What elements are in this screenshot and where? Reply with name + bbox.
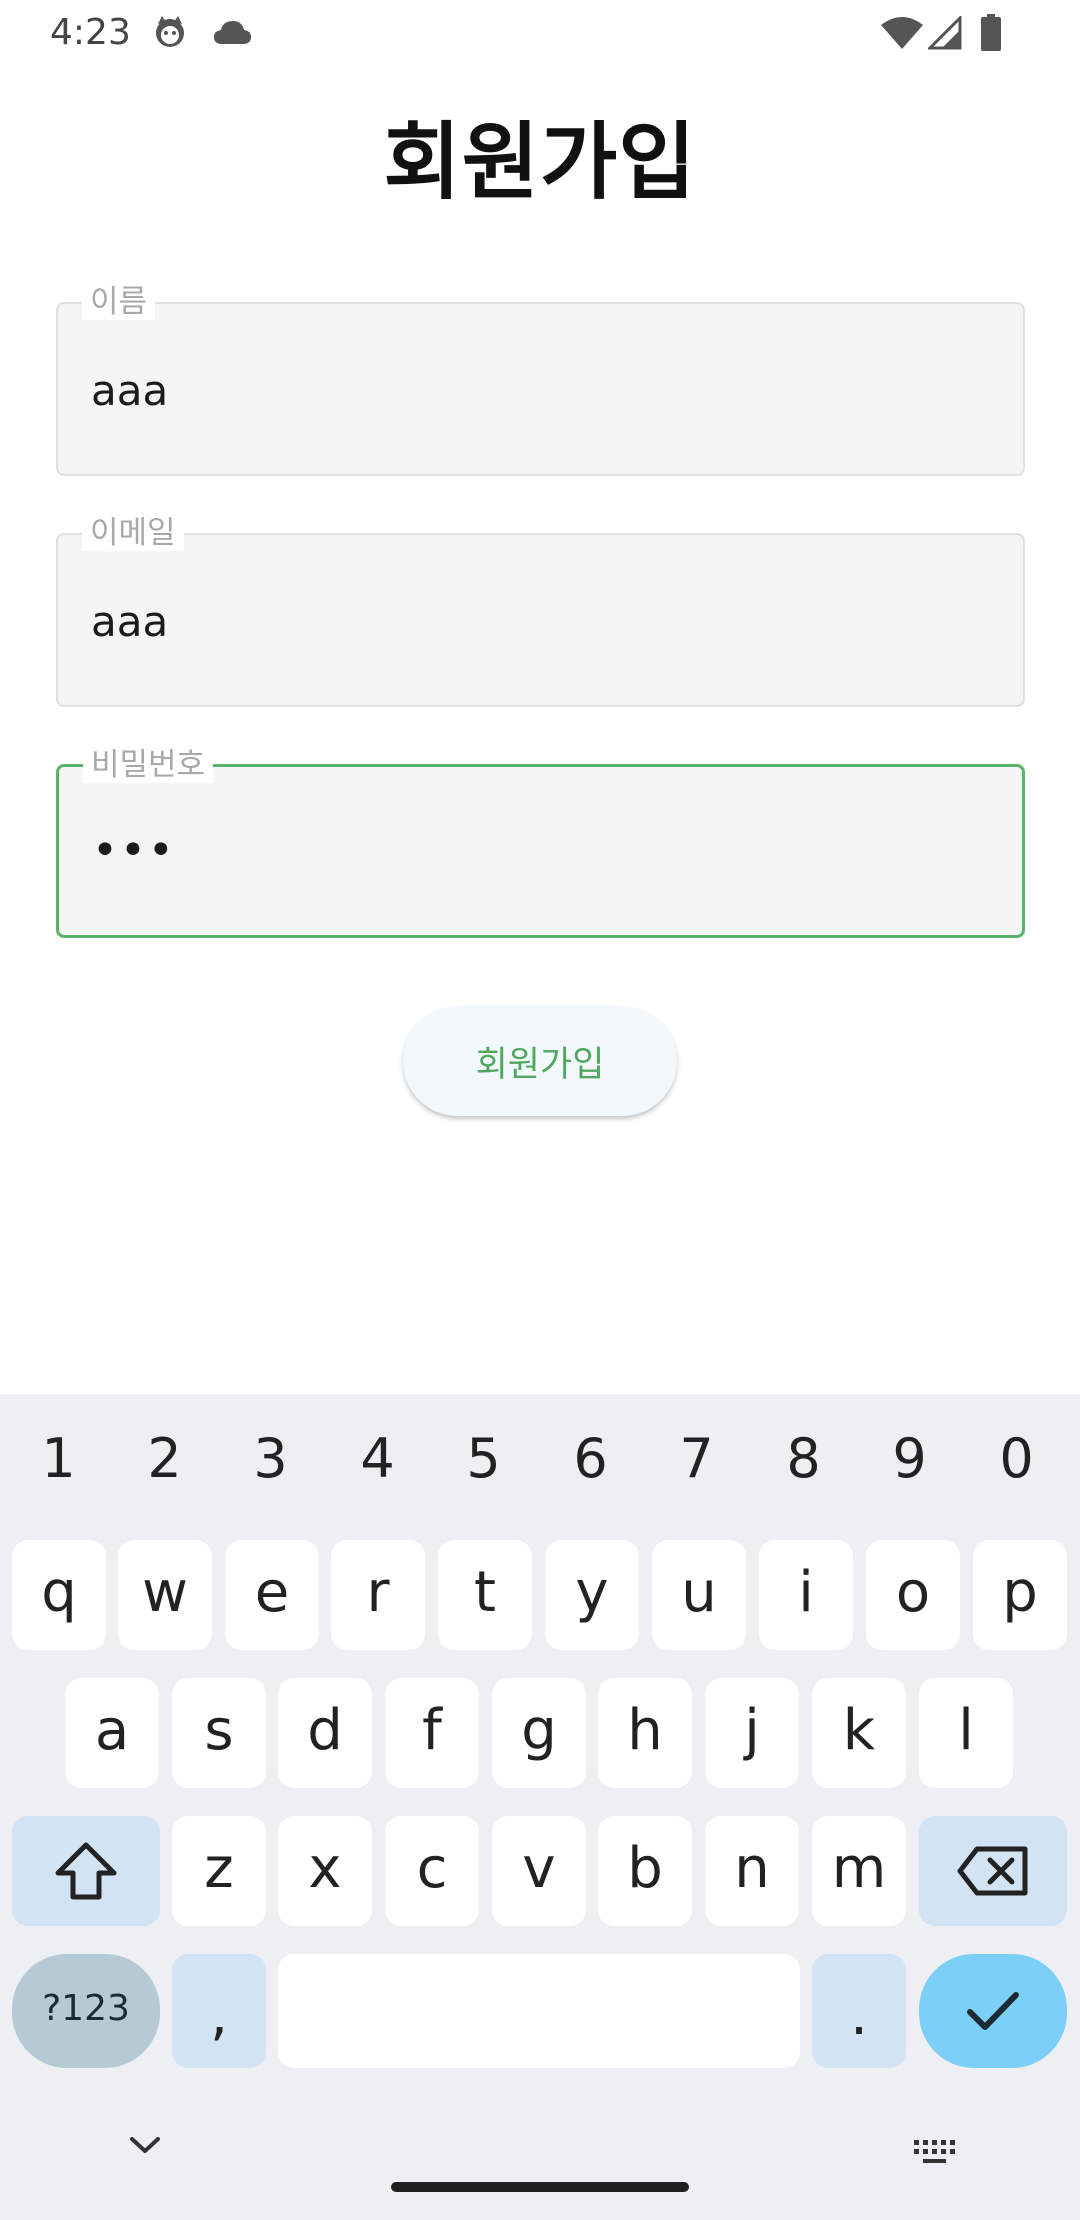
key-k[interactable]: k [812,1678,906,1788]
password-field[interactable]: 비밀번호 ••• [56,747,1025,938]
key-r[interactable]: r [331,1540,425,1650]
key-z[interactable]: z [172,1816,266,1926]
key-w[interactable]: w [118,1540,212,1650]
key-1[interactable]: 1 [5,1414,112,1504]
key-p[interactable]: p [973,1540,1067,1650]
name-field[interactable]: 이름 aaa [56,284,1025,476]
key-f[interactable]: f [385,1678,479,1788]
checkmark-icon [967,1992,1019,2030]
page-title: 회원가입 [383,113,697,211]
key-3[interactable]: 3 [217,1414,324,1504]
key-q[interactable]: q [12,1540,106,1650]
key-2[interactable]: 2 [111,1414,218,1504]
done-key[interactable] [919,1954,1067,2068]
key-o[interactable]: o [866,1540,960,1650]
wifi-icon [880,16,924,54]
key-s[interactable]: s [172,1678,266,1788]
key-a[interactable]: a [65,1678,159,1788]
key-t[interactable]: t [438,1540,532,1650]
signup-button[interactable]: 회원가입 [403,1006,677,1116]
key-i[interactable]: i [759,1540,853,1650]
email-field-value[interactable]: aaa [91,597,168,646]
key-u[interactable]: u [652,1540,746,1650]
signal-icon [926,14,962,54]
password-field-label: 비밀번호 [83,747,214,783]
key-g[interactable]: g [492,1678,586,1788]
key-6[interactable]: 6 [537,1414,644,1504]
chevron-down-icon[interactable] [128,2134,162,2160]
key-0[interactable]: 0 [963,1414,1070,1504]
comma-key[interactable]: , [172,1954,266,2068]
shift-key[interactable] [12,1816,160,1926]
cloud-icon [212,18,252,50]
status-bar: 4:23 [0,0,1080,66]
key-v[interactable]: v [492,1816,586,1926]
signup-screen: 4:23 회원가입 이름 aaa 이메일 aaa 비밀번호 ••• 회원가입 1… [0,0,1080,2220]
key-7[interactable]: 7 [643,1414,750,1504]
key-d[interactable]: d [278,1678,372,1788]
key-l[interactable]: l [919,1678,1013,1788]
key-4[interactable]: 4 [324,1414,431,1504]
shift-icon [55,1842,117,1900]
key-9[interactable]: 9 [856,1414,963,1504]
keyboard-icon[interactable] [912,2138,958,2170]
email-field-label: 이메일 [82,515,184,551]
soft-keyboard: 1 2 3 4 5 6 7 8 9 0 q w e r t y u i o p … [0,1394,1080,2220]
space-key[interactable] [278,1954,800,2068]
key-h[interactable]: h [598,1678,692,1788]
keyboard-number-row: 1 2 3 4 5 6 7 8 9 0 [0,1414,1080,1504]
home-gesture-bar[interactable] [391,2182,689,2192]
period-key[interactable]: . [812,1954,906,2068]
key-c[interactable]: c [385,1816,479,1926]
key-5[interactable]: 5 [430,1414,537,1504]
password-field-value[interactable]: ••• [92,825,176,876]
key-e[interactable]: e [225,1540,319,1650]
key-8[interactable]: 8 [750,1414,857,1504]
key-j[interactable]: j [705,1678,799,1788]
cat-notification-icon [152,14,188,54]
name-field-label: 이름 [82,284,156,320]
symbols-key[interactable]: ?123 [12,1954,160,2068]
key-y[interactable]: y [545,1540,639,1650]
status-time: 4:23 [50,12,131,53]
key-b[interactable]: b [598,1816,692,1926]
key-m[interactable]: m [812,1816,906,1926]
backspace-icon [957,1846,1028,1896]
backspace-key[interactable] [919,1816,1067,1926]
key-x[interactable]: x [278,1816,372,1926]
name-field-value[interactable]: aaa [91,366,168,415]
battery-icon [980,14,1002,56]
key-n[interactable]: n [705,1816,799,1926]
email-field[interactable]: 이메일 aaa [56,515,1025,707]
